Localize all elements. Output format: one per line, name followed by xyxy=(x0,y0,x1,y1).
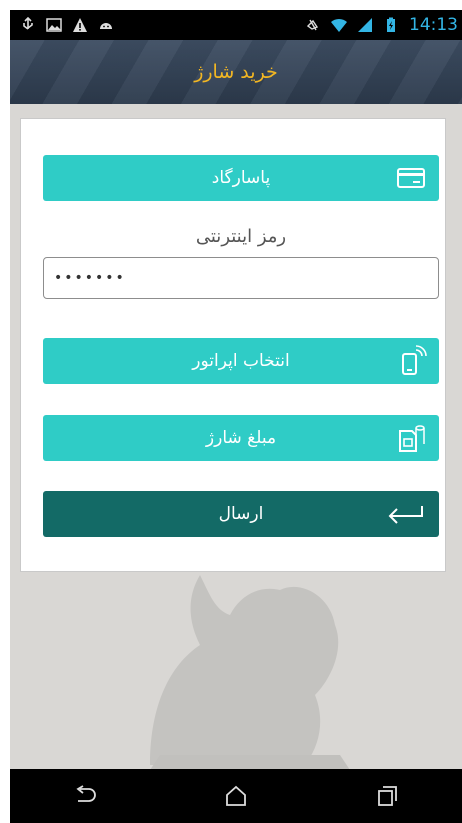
signal-icon xyxy=(358,18,372,32)
operator-select-label: انتخاب اپراتور xyxy=(192,351,290,371)
send-button[interactable]: ارسال xyxy=(43,491,439,537)
app-header: خرید شارژ xyxy=(10,40,462,104)
return-arrow-icon xyxy=(388,506,423,524)
mute-icon xyxy=(306,19,319,31)
phone-icon xyxy=(402,345,427,375)
bank-select-button[interactable]: پاسارگاد xyxy=(43,155,439,201)
android-icon xyxy=(100,23,112,29)
phone-screen: 14:13 خرید شارژ پاسارگاد رمز اینترنتی ان… xyxy=(10,10,462,823)
password-input[interactable] xyxy=(43,257,439,299)
image-icon xyxy=(46,18,62,32)
wifi-icon xyxy=(331,18,347,32)
usb-icon xyxy=(23,17,33,30)
card-icon xyxy=(397,168,425,188)
password-label: رمز اینترنتی xyxy=(195,226,287,247)
battery-icon xyxy=(387,17,395,32)
bank-select-label: پاسارگاد xyxy=(211,168,271,188)
clock: 14:13 xyxy=(409,15,458,35)
charge-form-card: پاسارگاد رمز اینترنتی انتخاب اپراتور مبل… xyxy=(20,118,446,572)
sim-coins-icon xyxy=(399,425,425,452)
warning-icon xyxy=(73,18,87,32)
operator-select-button[interactable]: انتخاب اپراتور xyxy=(43,338,439,384)
back-icon[interactable] xyxy=(72,783,98,809)
status-bar: 14:13 xyxy=(10,10,462,40)
home-icon[interactable] xyxy=(223,783,249,809)
send-label: ارسال xyxy=(218,504,264,524)
amount-select-label: مبلغ شارژ xyxy=(205,428,277,448)
amount-select-button[interactable]: مبلغ شارژ xyxy=(43,415,439,461)
lamassu-watermark-icon xyxy=(150,575,350,770)
recents-icon[interactable] xyxy=(374,783,400,809)
page-title: خرید شارژ xyxy=(194,61,278,83)
navigation-bar xyxy=(10,769,462,823)
